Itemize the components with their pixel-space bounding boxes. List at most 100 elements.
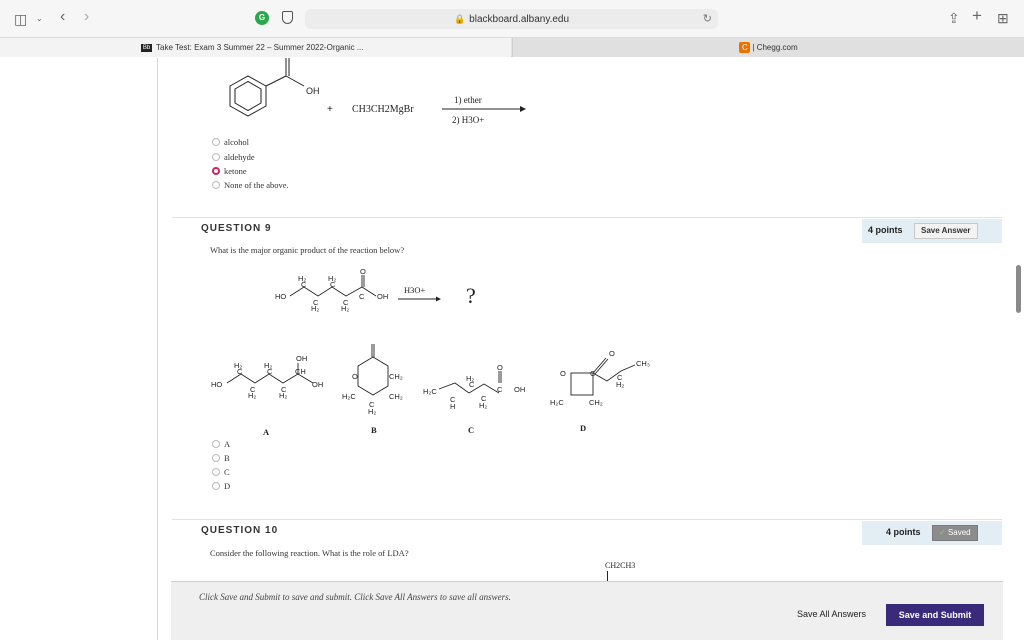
svg-text:C: C	[301, 280, 307, 289]
question-separator	[172, 217, 1002, 218]
q8-option-label: None of the above.	[224, 180, 289, 190]
svg-text:H₂C: H₂C	[342, 392, 356, 401]
svg-text:H₂: H₂	[341, 304, 349, 313]
q8-option-aldehyde-radio[interactable]	[212, 153, 220, 161]
q9-answer-structures: HO H₂C CH₂ H₂C CH₂ OHCH OH O O CH₂ H₂C C…	[211, 343, 650, 437]
save-all-answers-button[interactable]: Save All Answers	[797, 609, 866, 619]
chegg-favicon-icon: C	[739, 42, 751, 54]
svg-text:O: O	[497, 363, 503, 372]
new-tab-icon[interactable]: +	[972, 7, 982, 24]
tab-overview-icon[interactable]: ⊞	[997, 11, 1009, 25]
lock-icon: 🔒	[453, 14, 466, 24]
benzene-ring	[229, 58, 305, 117]
svg-text:OH: OH	[296, 354, 307, 363]
svg-text:CH₂: CH₂	[389, 392, 403, 401]
browser-toolbar: ◫ ⌄ ‹ › G 🔒 blackboard.albany.edu ↻ ⇪ + ⊞	[0, 0, 1024, 38]
test-content: OH + CH3CH2MgBr 1) ether 2) H3O+ alcohol…	[0, 58, 1024, 640]
svg-text:OH: OH	[312, 380, 323, 389]
share-icon[interactable]: ⇪	[948, 11, 960, 25]
page-scrollbar[interactable]	[1016, 265, 1021, 313]
tab-chegg[interactable]: C | Chegg.com	[512, 38, 1024, 57]
svg-text:H₂: H₂	[248, 391, 256, 400]
step1-label: 1) ether	[454, 95, 482, 105]
svg-text:O: O	[560, 369, 566, 378]
footer-instruction: Click Save and Submit to save and submit…	[199, 592, 511, 602]
q8-option-alcohol-radio[interactable]	[212, 138, 220, 146]
svg-text:H₂C: H₂C	[423, 387, 437, 396]
check-icon: ✓	[939, 528, 946, 537]
q9-option-label: D	[224, 481, 231, 491]
q9-option-c-radio[interactable]	[212, 468, 220, 476]
structure-label-a: A	[263, 427, 270, 437]
oh-label: OH	[306, 86, 320, 96]
grammarly-extension-icon[interactable]: G	[255, 11, 269, 25]
svg-text:OH: OH	[514, 385, 525, 394]
arrow-head	[520, 106, 526, 112]
svg-text:C: C	[359, 292, 365, 301]
q9-reaction-diagram: HO H₂C CH₂ H₂C CH₂ O C OH H3O+ ?	[275, 267, 476, 313]
svg-text:H₂: H₂	[368, 407, 376, 416]
forward-icon[interactable]: ›	[84, 9, 89, 25]
question-9-title: QUESTION 9	[201, 223, 272, 234]
svg-text:C: C	[469, 380, 475, 389]
url-text: blackboard.albany.edu	[469, 14, 570, 25]
address-bar[interactable]: 🔒 blackboard.albany.edu ↻	[305, 9, 718, 29]
svg-text:O: O	[360, 267, 366, 276]
q9-option-label: A	[224, 439, 231, 449]
tab-title: | Chegg.com	[752, 43, 798, 52]
save-and-submit-button[interactable]: Save and Submit	[886, 604, 984, 626]
svg-text:H₂C: H₂C	[550, 398, 564, 407]
svg-text:O: O	[609, 349, 615, 358]
structure-d: O C O CH₃ CH₂ H₂C CH₂	[550, 349, 650, 407]
q9-option-d-radio[interactable]	[212, 482, 220, 490]
q9-option-a-radio[interactable]	[212, 440, 220, 448]
q10-points: 4 points	[886, 527, 921, 537]
structure-label-c: C	[468, 425, 474, 435]
svg-text:CH₂: CH₂	[389, 372, 403, 381]
unknown-product-mark: ?	[466, 283, 476, 308]
svg-text:C: C	[267, 367, 273, 376]
shield-extension-icon[interactable]	[282, 11, 293, 24]
q8-option-label: alcohol	[224, 137, 250, 147]
svg-text:H₂: H₂	[479, 401, 487, 410]
back-icon[interactable]: ‹	[60, 9, 65, 25]
q9-option-b-radio[interactable]	[212, 454, 220, 462]
svg-text:HO: HO	[211, 380, 222, 389]
svg-text:CH₂: CH₂	[589, 398, 603, 407]
structure-label-b: B	[371, 425, 377, 435]
question-10-text: Consider the following reaction. What is…	[210, 548, 409, 558]
question-10-title: QUESTION 10	[201, 525, 279, 536]
question-9-text: What is the major organic product of the…	[210, 245, 405, 255]
q9-save-answer-button[interactable]: Save Answer	[914, 223, 978, 239]
sidebar-toggle-icon[interactable]: ◫	[14, 12, 27, 26]
structure-c: H₂C CH H₂C CH₂ OC OH	[423, 363, 525, 411]
q9-points: 4 points	[868, 225, 903, 235]
q8-option-label: ketone	[224, 166, 247, 176]
saved-label: Saved	[947, 528, 971, 537]
svg-text:H: H	[450, 402, 455, 411]
q8-option-ketone-radio[interactable]	[212, 167, 220, 175]
svg-text:CH₃: CH₃	[636, 359, 650, 368]
svg-text:O: O	[352, 372, 358, 381]
svg-text:OH: OH	[377, 292, 388, 301]
q10-points-box: 4 points ✓ Saved	[862, 521, 1002, 545]
q10-saved-button[interactable]: ✓ Saved	[932, 525, 978, 541]
svg-text:HO: HO	[275, 292, 286, 301]
q10-fragment-label: CH2CH3	[605, 561, 636, 570]
structure-a: HO H₂C CH₂ H₂C CH₂ OHCH OH	[211, 354, 323, 400]
tab-bar: Bb Take Test: Exam 3 Summer 22 – Summer 2…	[0, 38, 1024, 57]
tab-blackboard[interactable]: Bb Take Test: Exam 3 Summer 22 – Summer 2…	[0, 38, 511, 57]
q10-bond-line	[607, 571, 608, 581]
reload-icon[interactable]: ↻	[703, 9, 712, 29]
chevron-down-icon[interactable]: ⌄	[36, 12, 43, 26]
q9-option-label: C	[224, 467, 230, 477]
structure-label-d: D	[580, 423, 586, 433]
content-border	[157, 58, 158, 640]
svg-text:O: O	[370, 343, 376, 345]
svg-text:C: C	[237, 367, 243, 376]
structure-b: O O CH₂ H₂C CH₂ CH₂	[342, 343, 403, 416]
blackboard-favicon-icon: Bb	[141, 43, 152, 52]
svg-text:H₂: H₂	[616, 380, 624, 389]
svg-text:C: C	[590, 369, 596, 378]
q8-option-none-radio[interactable]	[212, 181, 220, 189]
